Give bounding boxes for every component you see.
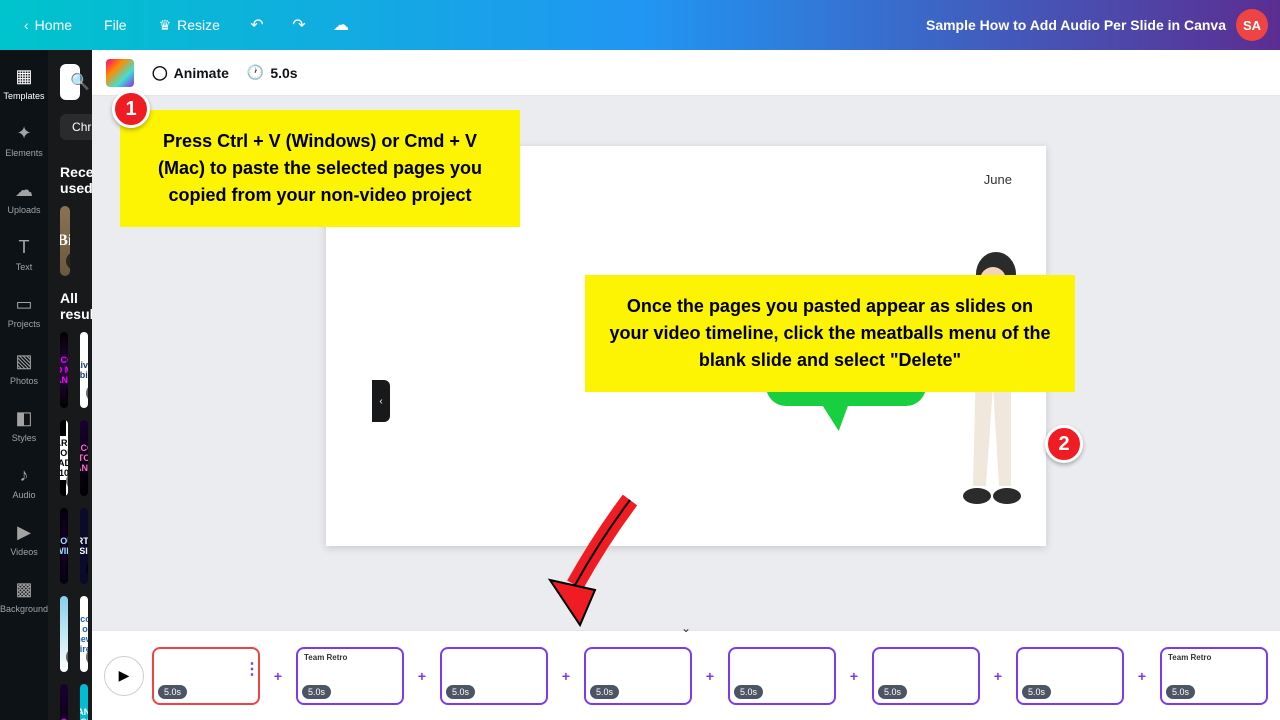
meatballs-icon[interactable]: ⋮ bbox=[244, 659, 260, 679]
search-bar[interactable]: 🔍 ☰ bbox=[60, 64, 80, 100]
context-toolbar: ◯ Animate 🕐 5.0s bbox=[92, 50, 1280, 96]
play-icon: ▶ bbox=[86, 560, 88, 578]
clips-track[interactable]: 5.0s⋮ + Team Retro5.0s + 5.0s + 5.0s + 5… bbox=[152, 647, 1268, 705]
step-badge-1: 1 bbox=[112, 90, 150, 128]
timeline-clip[interactable]: 5.0s⋮ bbox=[152, 647, 260, 705]
audio-icon: ♪ bbox=[20, 465, 29, 486]
animate-button[interactable]: ◯ Animate bbox=[152, 64, 229, 81]
play-icon: ▶ bbox=[119, 667, 130, 684]
color-picker[interactable] bbox=[106, 59, 134, 87]
templates-icon: ▦ bbox=[16, 66, 33, 87]
clock-icon: 🕐 bbox=[247, 64, 264, 81]
timeline: ⌄ ▶ 5.0s⋮ + Team Retro5.0s + 5.0s + 5.0s… bbox=[92, 630, 1280, 720]
topbar-left: ‹ Home File ♛ Resize ↶ ↷ ☁ bbox=[12, 8, 358, 42]
chevron-left-icon: ‹ bbox=[379, 396, 382, 407]
timeline-clip[interactable]: 5.0s bbox=[728, 647, 836, 705]
play-icon: ▶ bbox=[66, 648, 68, 666]
play-icon: ▶ bbox=[66, 252, 70, 270]
timeline-clip[interactable]: Team Retro5.0s bbox=[296, 647, 404, 705]
search-icon: 🔍 bbox=[70, 72, 90, 92]
add-clip-button[interactable]: + bbox=[1134, 668, 1150, 684]
sidebar-item-templates[interactable]: ▦Templates bbox=[0, 62, 48, 105]
instruction-callout-1: Press Ctrl + V (Windows) or Cmd + V (Mac… bbox=[120, 110, 520, 227]
text-icon: T bbox=[19, 237, 30, 258]
template-thumbnail[interactable]: WELCOME▶ bbox=[60, 684, 68, 720]
timeline-clip[interactable]: Team Retro5.0s bbox=[1160, 647, 1268, 705]
timeline-clip[interactable]: 5.0s bbox=[872, 647, 980, 705]
background-icon: ▩ bbox=[16, 579, 33, 600]
projects-icon: ▭ bbox=[16, 294, 33, 315]
play-icon: ▶ bbox=[86, 384, 88, 402]
home-button[interactable]: ‹ Home bbox=[12, 11, 84, 39]
document-title[interactable]: Sample How to Add Audio Per Slide in Can… bbox=[926, 17, 1226, 33]
animate-icon: ◯ bbox=[152, 64, 168, 81]
timeline-clip[interactable]: 5.0s bbox=[584, 647, 692, 705]
sidebar-item-photos[interactable]: ▧Photos bbox=[0, 347, 48, 390]
topbar-right: Sample How to Add Audio Per Slide in Can… bbox=[926, 9, 1268, 41]
undo-icon: ↶ bbox=[250, 15, 263, 35]
template-thumbnail[interactable]: ARE YOU READY? 10▶ bbox=[60, 420, 68, 496]
resize-button[interactable]: ♛ Resize bbox=[147, 11, 232, 40]
timeline-collapse-icon[interactable]: ⌄ bbox=[681, 621, 691, 635]
duration-button[interactable]: 🕐 5.0s bbox=[247, 64, 298, 81]
template-thumbnail[interactable]: ART & DESIGN▶ bbox=[80, 508, 88, 584]
sidebar: ▦Templates ✦Elements ☁Uploads TText ▭Pro… bbox=[0, 50, 48, 720]
templates-panel: 🔍 ☰ Christmas Recently used Bi ▶ All res… bbox=[48, 50, 92, 720]
top-bar: ‹ Home File ♛ Resize ↶ ↷ ☁ Sample How to… bbox=[0, 0, 1280, 50]
cloud-check-icon: ☁ bbox=[333, 15, 349, 35]
play-icon: ▶ bbox=[86, 472, 88, 490]
template-thumbnail[interactable]: THANKS FOR WATCHING▶ bbox=[80, 684, 88, 720]
resize-label: Resize bbox=[177, 17, 220, 33]
file-button[interactable]: File bbox=[92, 11, 139, 39]
videos-icon: ▶ bbox=[17, 522, 31, 543]
sidebar-item-videos[interactable]: ▶Videos bbox=[0, 518, 48, 561]
uploads-icon: ☁ bbox=[15, 180, 33, 201]
date-text[interactable]: June bbox=[984, 172, 1012, 187]
play-button[interactable]: ▶ bbox=[104, 656, 144, 696]
chevron-left-icon: ‹ bbox=[24, 17, 29, 33]
home-label: Home bbox=[35, 17, 72, 33]
sidebar-item-audio[interactable]: ♪Audio bbox=[0, 461, 48, 504]
timeline-clip[interactable]: 5.0s bbox=[1016, 647, 1124, 705]
all-results-heading: All results bbox=[60, 290, 80, 322]
photos-icon: ▧ bbox=[16, 351, 33, 372]
undo-button[interactable]: ↶ bbox=[240, 8, 274, 42]
collapse-panel-button[interactable]: ‹ bbox=[372, 380, 390, 422]
styles-icon: ◧ bbox=[16, 408, 33, 429]
cloud-sync-button[interactable]: ☁ bbox=[324, 8, 358, 42]
sidebar-item-styles[interactable]: ◧Styles bbox=[0, 404, 48, 447]
template-thumbnail[interactable]: WELCOME TO MY CHANNEL▶ bbox=[60, 332, 68, 408]
sidebar-item-uploads[interactable]: ☁Uploads bbox=[0, 176, 48, 219]
arrow-annotation bbox=[540, 490, 660, 630]
timeline-clip[interactable]: 5.0s bbox=[440, 647, 548, 705]
template-thumbnail[interactable]: ▶ bbox=[60, 596, 68, 672]
add-clip-button[interactable]: + bbox=[846, 668, 862, 684]
redo-button[interactable]: ↷ bbox=[282, 8, 316, 42]
add-clip-button[interactable]: + bbox=[270, 668, 286, 684]
step-badge-2: 2 bbox=[1045, 425, 1083, 463]
sidebar-item-elements[interactable]: ✦Elements bbox=[0, 119, 48, 162]
sidebar-item-projects[interactable]: ▭Projects bbox=[0, 290, 48, 333]
template-thumbnail[interactable]: Live Webinar▶ bbox=[80, 332, 88, 408]
crown-icon: ♛ bbox=[159, 17, 172, 34]
sidebar-item-background[interactable]: ▩Background bbox=[0, 575, 48, 618]
template-thumbnail[interactable]: Welcome to our new hire!▶ bbox=[80, 596, 88, 672]
recent-heading: Recently used bbox=[60, 164, 80, 196]
category-chip[interactable]: Christmas bbox=[60, 114, 92, 140]
elements-icon: ✦ bbox=[16, 123, 31, 144]
avatar[interactable]: SA bbox=[1236, 9, 1268, 41]
add-clip-button[interactable]: + bbox=[414, 668, 430, 684]
play-icon: ▶ bbox=[66, 384, 68, 402]
add-clip-button[interactable]: + bbox=[702, 668, 718, 684]
template-thumbnail[interactable]: WELCOME TO CHANNEL▶ bbox=[80, 420, 88, 496]
add-clip-button[interactable]: + bbox=[558, 668, 574, 684]
sidebar-item-text[interactable]: TText bbox=[0, 233, 48, 276]
instruction-callout-2: Once the pages you pasted appear as slid… bbox=[585, 275, 1075, 392]
template-thumbnail[interactable]: Bi ▶ bbox=[60, 206, 70, 276]
play-icon: ▶ bbox=[66, 560, 68, 578]
add-clip-button[interactable]: + bbox=[990, 668, 1006, 684]
file-label: File bbox=[104, 17, 127, 33]
redo-icon: ↷ bbox=[292, 15, 305, 35]
template-thumbnail[interactable]: YOU WIN▶ bbox=[60, 508, 68, 584]
